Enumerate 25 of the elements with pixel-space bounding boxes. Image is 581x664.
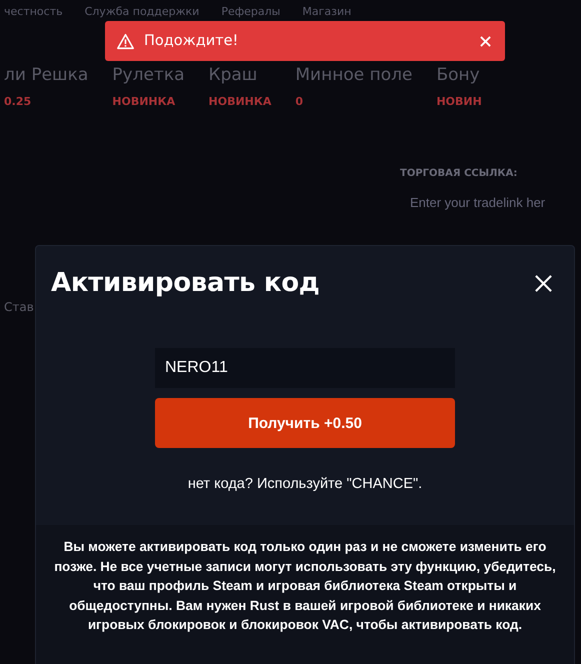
bet-label: Став bbox=[4, 300, 34, 314]
trade-link-field[interactable]: Enter your tradelink her bbox=[400, 195, 581, 210]
game-tag: НОВИНКА bbox=[112, 95, 185, 108]
game-tab[interactable]: Рулетка bbox=[112, 65, 185, 85]
code-field[interactable]: NERO11 bbox=[155, 348, 455, 388]
nav-link[interactable]: Рефералы bbox=[221, 4, 280, 18]
nav-link[interactable]: Магазин bbox=[302, 4, 352, 18]
toast-message: Подождите! bbox=[144, 33, 240, 49]
game-tag: НОВИНКА bbox=[208, 95, 272, 108]
game-tag: НОВИН bbox=[436, 95, 482, 108]
hint-text: нет кода? Используйте "CHANCE". bbox=[188, 476, 422, 492]
get-bonus-button[interactable]: Получить +0.50 bbox=[155, 398, 455, 448]
warning-icon bbox=[117, 32, 134, 50]
trade-link-label: ТОРГОВАЯ ССЫЛКА: bbox=[400, 168, 518, 179]
close-button[interactable] bbox=[534, 274, 553, 292]
game-tab[interactable]: ли Решка bbox=[4, 65, 88, 85]
game-tag: 0.25 bbox=[4, 95, 88, 108]
nav-link[interactable]: честность bbox=[4, 4, 63, 18]
nav-link[interactable]: Служба поддержки bbox=[84, 4, 200, 18]
game-tab[interactable]: Бону bbox=[436, 65, 482, 85]
game-tag: 0 bbox=[295, 95, 412, 108]
info-text: Вы можете активировать код только один раз и не сможете изменить его позже. Не все учетные записи могут использовать эту функцию, убедитесь, что ваш профиль Steam и игровая библиотека Steam открыты и общедоступны. Вам нужен Rust в вашей игровой библиотеке и никаких игровых блокировок и блокировок VAC, чтобы активировать код. bbox=[53, 538, 557, 634]
game-tab[interactable]: Краш bbox=[208, 65, 272, 85]
game-tab[interactable]: Минное поле bbox=[295, 65, 412, 85]
modal-title: Активировать код bbox=[51, 268, 320, 298]
